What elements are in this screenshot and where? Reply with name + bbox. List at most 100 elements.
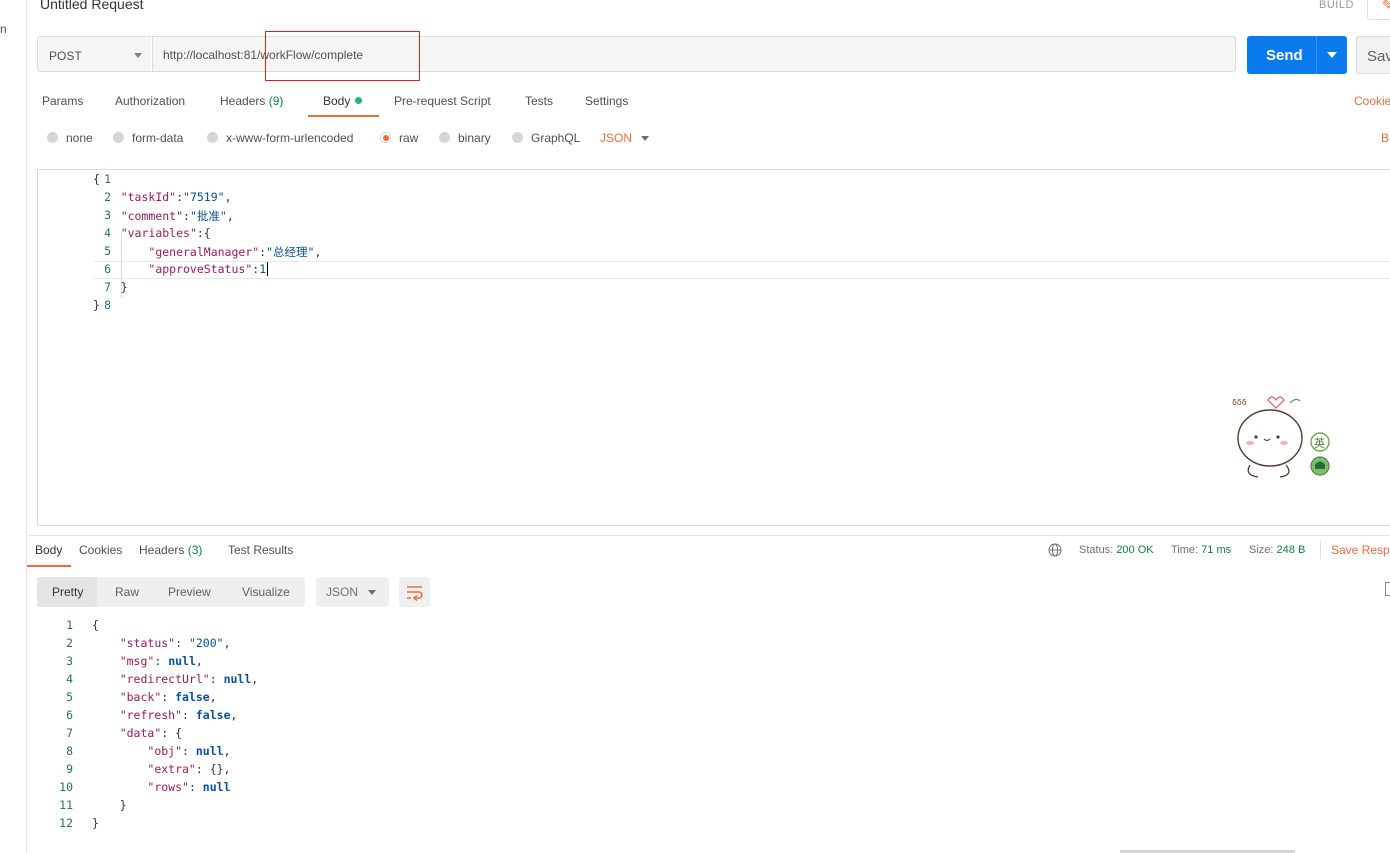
view-mode-segmented: Pretty Raw Preview Visualize [37,577,305,607]
response-tab-headers[interactable]: Headers (3) [139,543,202,557]
radio-form-data[interactable]: form-data [113,131,183,145]
radio-circle [439,132,450,143]
tab-body[interactable]: Body [323,94,363,108]
response-line-number: 5 [66,690,73,704]
time-value: 71 ms [1201,544,1232,556]
pencil-icon: ✎ [1382,0,1390,13]
request-title[interactable]: Untitled Request [40,0,144,12]
save-response-button[interactable]: Save Resp [1331,543,1390,557]
response-tab-headers-label: Headers [139,543,185,557]
radio-label: GraphQL [531,131,581,145]
response-time: Time: 71 ms [1171,544,1231,556]
radio-label: form-data [132,131,184,145]
radio-label: none [66,131,93,145]
response-tab-test-results[interactable]: Test Results [228,543,293,557]
request-line-number: 8 [104,298,111,312]
save-label: Sav [1367,48,1390,65]
send-button[interactable]: Send [1247,36,1347,74]
tab-headers[interactable]: Headers (9) [220,94,283,108]
response-line-number: 4 [66,672,73,686]
tab-params[interactable]: Params [42,94,83,108]
body-indicator-dot [355,97,363,104]
sidebar-fragment: n [0,22,7,36]
wrap-icon [407,586,423,602]
response-line-number: 9 [66,762,73,776]
radio-binary[interactable]: binary [439,131,491,145]
save-button[interactable]: Sav [1356,36,1390,74]
response-code-line: "status": "200", [119,636,231,650]
sticker-text: 英 [1314,436,1325,450]
edit-button[interactable]: ✎ [1367,0,1390,20]
build-label[interactable]: BUILD [1319,0,1354,11]
radio-graphql[interactable]: GraphQL [512,131,580,145]
view-mode-visualize[interactable]: Visualize [242,585,290,599]
response-tab-body[interactable]: Body [35,543,62,557]
request-code-line: "comment":"批准", [120,209,234,223]
response-code-line: "msg": null, [119,654,203,668]
tab-headers-label: Headers [220,94,266,108]
wrap-lines-button[interactable] [399,577,430,607]
size-value: 248 B [1276,544,1306,556]
radio-x-www-form-urlencoded[interactable]: x-www-form-urlencoded [207,131,353,145]
radio-circle-selected [380,132,391,143]
radio-label: raw [399,131,419,145]
response-line-number: 7 [66,726,73,740]
tab-authorization[interactable]: Authorization [115,94,185,108]
radio-label: binary [458,131,491,145]
view-mode-raw[interactable]: Raw [115,585,139,599]
globe-icon[interactable] [1048,543,1062,557]
response-tab-cookies[interactable]: Cookies [79,543,122,557]
tab-tests[interactable]: Tests [525,94,553,108]
active-tab-underline [308,115,379,117]
chevron-down-icon[interactable] [641,136,649,141]
response-code-line: "rows": null [147,780,231,794]
response-body: 1 {2 "status": "200", 3 "msg": null, 4 "red… [0,617,1390,837]
tab-settings[interactable]: Settings [585,94,628,108]
text-cursor [267,262,268,276]
tab-headers-count: (9) [268,94,284,108]
tab-pre-request-script[interactable]: Pre-request Script [394,94,491,108]
time-label: Time: [1171,544,1199,556]
response-line-number: 3 [66,654,73,668]
view-mode-pretty[interactable]: Pretty [52,585,83,599]
request-code-line: "approveStatus":1 [148,262,267,276]
response-line-number: 6 [66,708,73,722]
radio-circle [207,132,218,143]
response-code-line: { [92,618,99,632]
request-code-line: } [93,280,128,294]
response-code-line: "data": { [119,726,183,740]
view-mode-preview[interactable]: Preview [168,585,211,599]
meta-divider [1320,541,1321,559]
status-label: Status: [1079,544,1114,556]
response-format-label: JSON [326,585,359,599]
response-code-line: "back": false, [119,690,217,704]
response-status: Status: 200 OK [1079,544,1154,556]
response-code-line: "refresh": false, [119,708,238,722]
response-line-number: 12 [59,816,73,830]
request-code-line: "variables":{ [120,226,211,240]
response-line-number: 2 [66,636,73,650]
radio-none[interactable]: none [47,131,93,145]
sticker-image: ẟẟẟ 英 [1228,393,1338,488]
svg-text:ẟẟẟ: ẟẟẟ [1232,398,1247,407]
size-label: Size: [1249,544,1274,556]
copy-icon[interactable] [1385,582,1390,596]
tab-body-label: Body [323,94,351,108]
response-size: Size: 248 B [1249,544,1305,556]
response-tab-headers-count: (3) [187,543,203,557]
request-code-line: { [93,172,100,186]
raw-format-select[interactable]: JSON [600,131,632,145]
annotation-highlight-box [265,31,420,81]
response-format-select[interactable]: JSON [316,577,389,607]
response-line-number: 11 [59,798,73,812]
cookies-link[interactable]: Cookie [1354,94,1390,108]
radio-raw[interactable]: raw [380,131,418,145]
chevron-down-icon [368,590,376,595]
chevron-down-icon[interactable] [1327,52,1337,58]
beautify-link[interactable]: B [1381,131,1389,145]
request-code-line: "taskId":"7519", [120,190,232,204]
response-code-line: } [92,816,99,830]
method-select[interactable]: POST [37,36,151,72]
request-body-editor[interactable]: 1{2 "taskId":"7519", 3 "comment":"批准", 4 "… [37,169,1390,526]
radio-circle [113,132,124,143]
